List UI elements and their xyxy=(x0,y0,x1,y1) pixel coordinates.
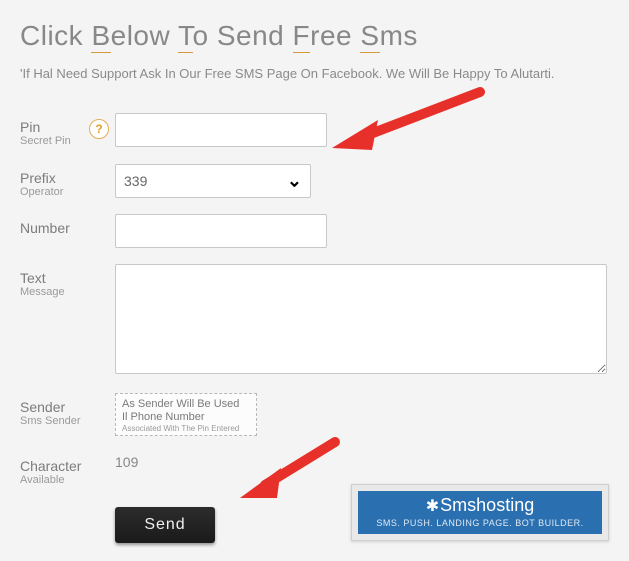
text-label: Text Message xyxy=(20,264,115,299)
number-label: Number xyxy=(20,214,115,236)
intro-text: 'If Hal Need Support Ask In Our Free SMS… xyxy=(20,66,609,83)
asterisk-icon: ✱ xyxy=(426,496,436,516)
promo-tagline: SMS. PUSH. LANDING PAGE. BOT BUILDER. xyxy=(362,518,598,528)
prefix-label: Prefix Operator xyxy=(20,164,115,199)
prefix-select[interactable]: 339 ⌄ xyxy=(115,164,311,198)
send-button[interactable]: Send xyxy=(115,507,215,543)
help-icon[interactable]: ? xyxy=(89,119,109,139)
sender-info: As Sender Will Be Used Il Phone Number A… xyxy=(115,393,257,435)
message-textarea[interactable] xyxy=(115,264,607,374)
pin-input[interactable] xyxy=(115,113,327,147)
prefix-value: 339 xyxy=(116,173,155,189)
sender-label: Sender Sms Sender xyxy=(20,393,115,428)
chars-label: Character Available xyxy=(20,452,115,487)
chevron-down-icon: ⌄ xyxy=(287,170,302,191)
number-input[interactable] xyxy=(115,214,327,248)
page-title: Click Below To Send Free Sms xyxy=(20,20,609,52)
promo-card[interactable]: ✱ Smshosting SMS. PUSH. LANDING PAGE. BO… xyxy=(351,484,609,541)
chars-value: 109 xyxy=(115,452,138,470)
promo-logo: ✱ Smshosting xyxy=(362,495,598,516)
